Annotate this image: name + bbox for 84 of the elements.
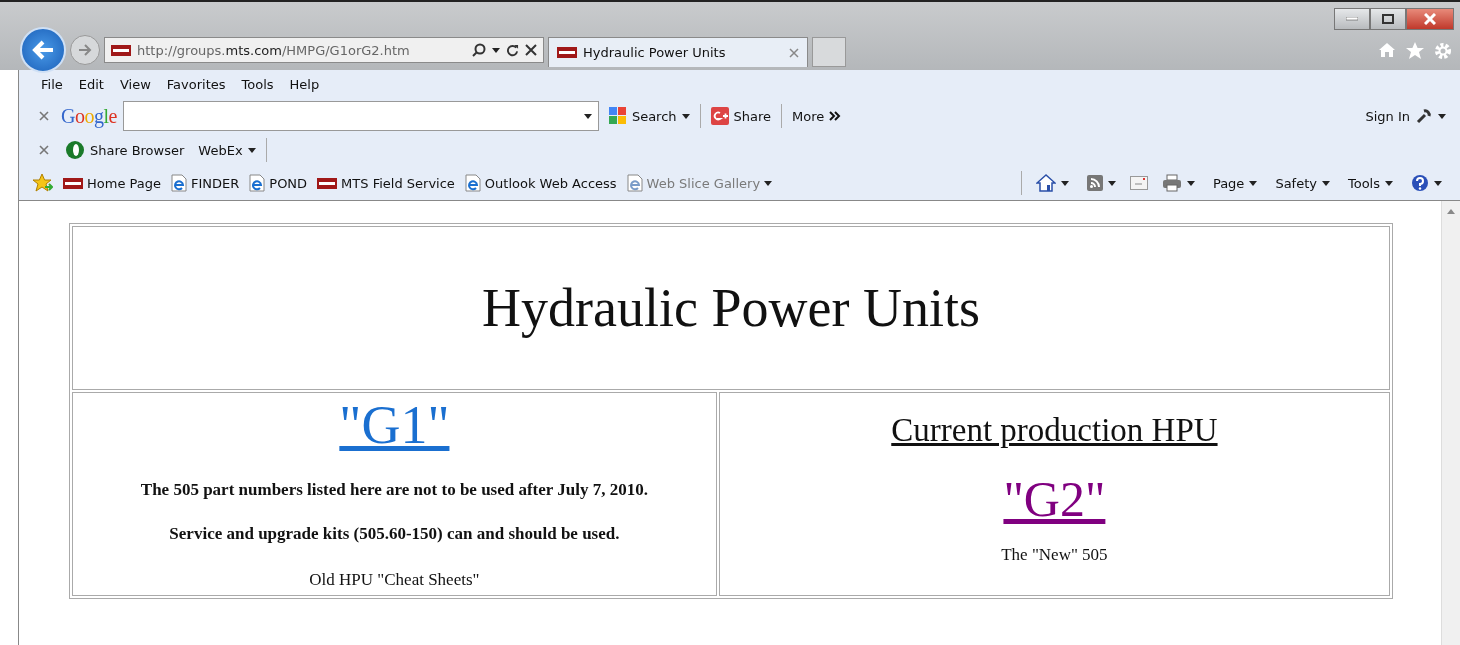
command-menu[interactable]: Safety [1271,175,1334,191]
caret-icon [1438,113,1446,119]
circle-logo-icon [65,140,85,160]
caret-icon [1249,180,1258,186]
new-tab-button[interactable] [812,37,846,67]
favorites-link[interactable]: Home Page [63,175,161,191]
g-plus-logo-icon [710,107,729,125]
caret-icon [764,180,773,186]
feed-icon [1086,175,1103,191]
menu-item[interactable]: File [33,76,71,92]
command-menu[interactable]: Tools [1343,175,1397,191]
search-field[interactable] [122,101,599,131]
caret-icon [492,47,500,53]
google-logo: Google [61,104,117,128]
squares-logo-icon [608,107,627,125]
favorites-star-icon[interactable] [33,174,53,192]
close-icon[interactable] [525,44,537,56]
menu-item[interactable]: Favorites [158,76,234,92]
page-e-icon [249,174,266,192]
address-bar[interactable]: http://groups.mts.com/HMPG/G1orG2.htm [104,37,544,63]
page-e-icon [626,174,643,192]
home-icon [1035,173,1056,193]
g1-link[interactable]: "G1" [339,395,450,455]
scrollbar[interactable] [1441,201,1460,645]
more-button[interactable]: More [788,108,846,124]
refresh-icon[interactable] [506,43,519,57]
wrench-icon[interactable] [1416,108,1432,124]
search-button[interactable]: Search [604,107,694,125]
g2-link[interactable]: "G2" [1003,471,1106,527]
mail-icon[interactable] [1129,176,1148,190]
close-button[interactable] [1406,8,1454,30]
menu-item[interactable]: Help [281,76,328,92]
page-e-icon [464,174,481,192]
menu-item[interactable]: Edit [70,76,112,92]
webex-menu[interactable]: WebEx [194,142,260,158]
back-arrow-icon [31,40,55,60]
caret-icon [247,147,256,153]
caret-icon [1434,180,1442,186]
star-icon[interactable] [1406,42,1424,59]
page-e-icon [171,174,187,192]
browser-tab[interactable]: Hydraulic Power Units [548,37,808,67]
scroll-up-icon[interactable] [1447,209,1455,214]
home-icon[interactable] [1378,42,1396,58]
close-icon [1424,13,1436,25]
favorites-link[interactable]: POND [249,174,308,192]
mts-logo-icon [63,177,83,189]
mts-logo-icon [317,177,338,189]
caret-icon [1107,180,1116,186]
caption-text: The "New" 505 [1000,545,1109,565]
caret-icon [681,113,690,119]
section-heading: Current production HPU [891,412,1218,449]
sign-in-link[interactable]: Sign In [1365,108,1410,124]
caret-icon [1186,180,1195,186]
minimize-icon [1346,17,1358,21]
mts-logo-icon [111,44,131,56]
back-button[interactable] [20,27,66,73]
favorites-link[interactable]: MTS Field Service [317,175,455,191]
command-menu[interactable]: Page [1208,175,1262,191]
favorites-link[interactable]: FINDER [171,174,240,192]
maximize-button[interactable] [1370,8,1406,30]
maximize-icon [1382,14,1394,24]
printer-icon [1161,174,1182,192]
favorites-link[interactable]: Outlook Web Access [464,174,617,192]
mts-logo-icon [557,47,577,58]
note-text: Service and upgrade kits (505.60-150) can and should be used. [168,524,621,544]
search-icon[interactable] [472,43,486,57]
double-chevron-icon [829,111,842,121]
forward-button[interactable] [70,35,100,65]
menu-item[interactable]: View [111,76,159,92]
help-icon [1411,174,1429,192]
caret-icon [1060,180,1069,186]
caption-text: Old HPU "Cheat Sheets" [308,570,481,590]
forward-arrow-icon [78,44,92,56]
caret-icon [1385,180,1393,186]
caret-icon [583,113,592,119]
caret-icon [1321,180,1330,186]
minimize-button[interactable] [1334,8,1370,30]
menu-item[interactable]: Tools [233,76,282,92]
page-title: Hydraulic Power Units [482,278,980,338]
favorites-link[interactable]: Web Slice Gallery [626,174,773,192]
share-button[interactable]: Share [706,107,776,125]
settings-icon[interactable] [1434,42,1452,60]
note-text: The 505 part numbers listed here are not to be used after July 7, 2010. [139,480,649,500]
share-browser-button[interactable]: Share Browser [61,140,189,160]
